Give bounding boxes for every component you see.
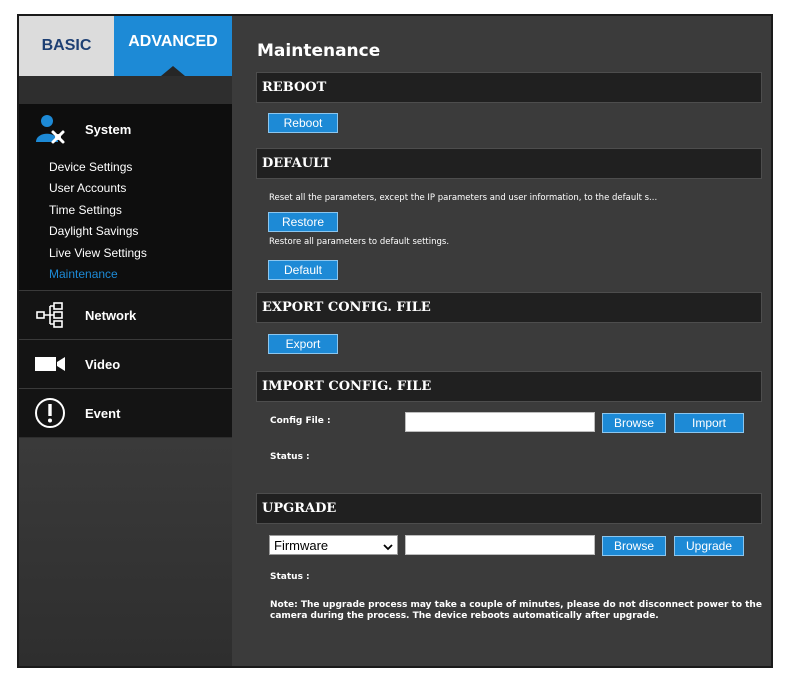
tab-notch <box>161 66 185 76</box>
section-header-import: IMPORT CONFIG. FILE <box>256 371 762 402</box>
sidebar-section-video-label: Video <box>85 356 121 372</box>
import-button[interactable]: Import <box>674 413 744 433</box>
import-status-label: Status : <box>270 452 310 462</box>
sidebar-item-time-settings[interactable]: Time Settings <box>49 203 122 217</box>
export-button[interactable]: Export <box>268 334 338 354</box>
upgrade-browse-button[interactable]: Browse <box>602 536 666 556</box>
sidebar-item-live-view-settings[interactable]: Live View Settings <box>49 246 147 260</box>
user-gear-icon <box>33 112 67 146</box>
upgrade-type-selected: Firmware <box>274 537 329 553</box>
section-header-upgrade: UPGRADE <box>256 493 762 524</box>
alert-icon <box>33 396 67 430</box>
network-icon <box>33 298 67 332</box>
config-file-input[interactable] <box>405 412 595 432</box>
upgrade-note: Note: The upgrade process may take a cou… <box>270 600 762 621</box>
sidebar-section-event-label: Event <box>85 405 121 421</box>
mode-tabs: BASIC ADVANCED <box>19 16 232 76</box>
default-description: Restore all parameters to default settin… <box>269 237 450 247</box>
system-submenu: Device Settings User Accounts Time Setti… <box>19 154 232 290</box>
sidebar-item-user-accounts[interactable]: User Accounts <box>49 181 126 195</box>
tab-advanced-label: ADVANCED <box>128 33 218 50</box>
section-header-reboot: REBOOT <box>256 72 762 103</box>
sidebar-section-system-label: System <box>85 121 132 137</box>
tab-basic[interactable]: BASIC <box>19 16 114 76</box>
page-title: Maintenance <box>257 41 381 61</box>
upgrade-file-input[interactable] <box>405 535 595 555</box>
sidebar-filler <box>19 438 232 666</box>
upgrade-button[interactable]: Upgrade <box>674 536 744 556</box>
restore-description: Reset all the parameters, except the IP … <box>269 193 658 203</box>
sidebar-section-network-label: Network <box>85 307 137 323</box>
sidebar: BASIC ADVANCED System Device Settings Us… <box>19 16 241 666</box>
section-header-export: EXPORT CONFIG. FILE <box>256 292 762 323</box>
sidebar-item-daylight-savings[interactable]: Daylight Savings <box>49 224 138 238</box>
tab-advanced[interactable]: ADVANCED <box>114 16 232 76</box>
sidebar-section-video[interactable]: Video <box>19 339 232 388</box>
import-browse-button[interactable]: Browse <box>602 413 666 433</box>
restore-button[interactable]: Restore <box>268 212 338 232</box>
sidebar-section-event[interactable]: Event <box>19 388 232 437</box>
config-file-label: Config File : <box>270 416 331 426</box>
sidebar-section-network[interactable]: Network <box>19 290 232 339</box>
reboot-button[interactable]: Reboot <box>268 113 338 133</box>
upgrade-status-label: Status : <box>270 572 310 582</box>
app-frame: BASIC ADVANCED System Device Settings Us… <box>17 14 773 668</box>
upgrade-type-select[interactable]: Firmware <box>269 535 398 555</box>
section-header-default: DEFAULT <box>256 148 762 179</box>
sidebar-item-maintenance[interactable]: Maintenance <box>49 267 118 281</box>
default-button[interactable]: Default <box>268 260 338 280</box>
sidebar-item-device-settings[interactable]: Device Settings <box>49 160 132 174</box>
main-panel: Maintenance REBOOT Reboot DEFAULT Reset … <box>232 16 771 666</box>
chevron-down-icon <box>383 540 393 555</box>
sidebar-section-system[interactable]: System <box>19 104 241 154</box>
camera-icon <box>33 347 67 381</box>
